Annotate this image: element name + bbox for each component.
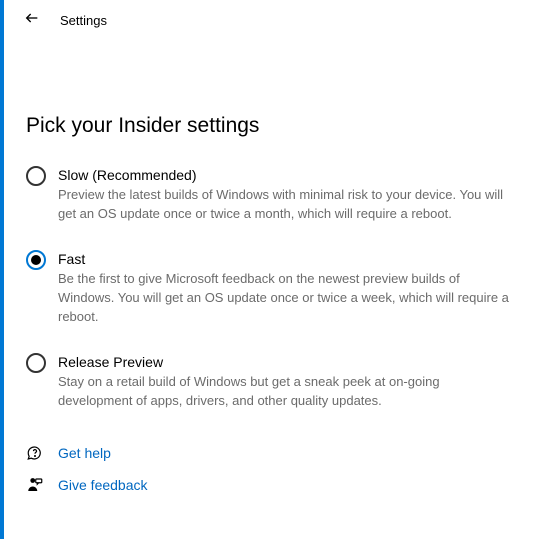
get-help-link[interactable]: Get help	[26, 444, 511, 462]
radio-description: Stay on a retail build of Windows but ge…	[58, 373, 511, 411]
link-label: Get help	[58, 445, 111, 461]
help-icon	[26, 444, 44, 462]
radio-indicator	[26, 250, 46, 270]
give-feedback-link[interactable]: Give feedback	[26, 476, 511, 494]
content: Pick your Insider settings Slow (Recomme…	[0, 38, 537, 494]
help-links: Get help Give feedback	[26, 444, 511, 494]
radio-text: Release Preview Stay on a retail build o…	[58, 353, 511, 411]
radio-option-slow[interactable]: Slow (Recommended) Preview the latest bu…	[26, 166, 511, 224]
arrow-left-icon	[24, 10, 40, 31]
radio-label: Fast	[58, 250, 511, 268]
link-label: Give feedback	[58, 477, 148, 493]
radio-label: Release Preview	[58, 353, 511, 371]
radio-text: Slow (Recommended) Preview the latest bu…	[58, 166, 511, 224]
header: Settings	[0, 0, 537, 38]
radio-description: Be the first to give Microsoft feedback …	[58, 270, 511, 327]
accent-bar	[0, 0, 4, 539]
radio-option-release-preview[interactable]: Release Preview Stay on a retail build o…	[26, 353, 511, 411]
radio-group: Slow (Recommended) Preview the latest bu…	[26, 166, 511, 410]
radio-description: Preview the latest builds of Windows wit…	[58, 186, 511, 224]
page-title: Pick your Insider settings	[26, 114, 511, 138]
header-title: Settings	[60, 13, 107, 28]
radio-label: Slow (Recommended)	[58, 166, 511, 184]
radio-option-fast[interactable]: Fast Be the first to give Microsoft feed…	[26, 250, 511, 327]
feedback-icon	[26, 476, 44, 494]
radio-dot-icon	[31, 255, 41, 265]
radio-indicator	[26, 353, 46, 373]
radio-text: Fast Be the first to give Microsoft feed…	[58, 250, 511, 327]
back-button[interactable]	[22, 10, 42, 30]
radio-indicator	[26, 166, 46, 186]
